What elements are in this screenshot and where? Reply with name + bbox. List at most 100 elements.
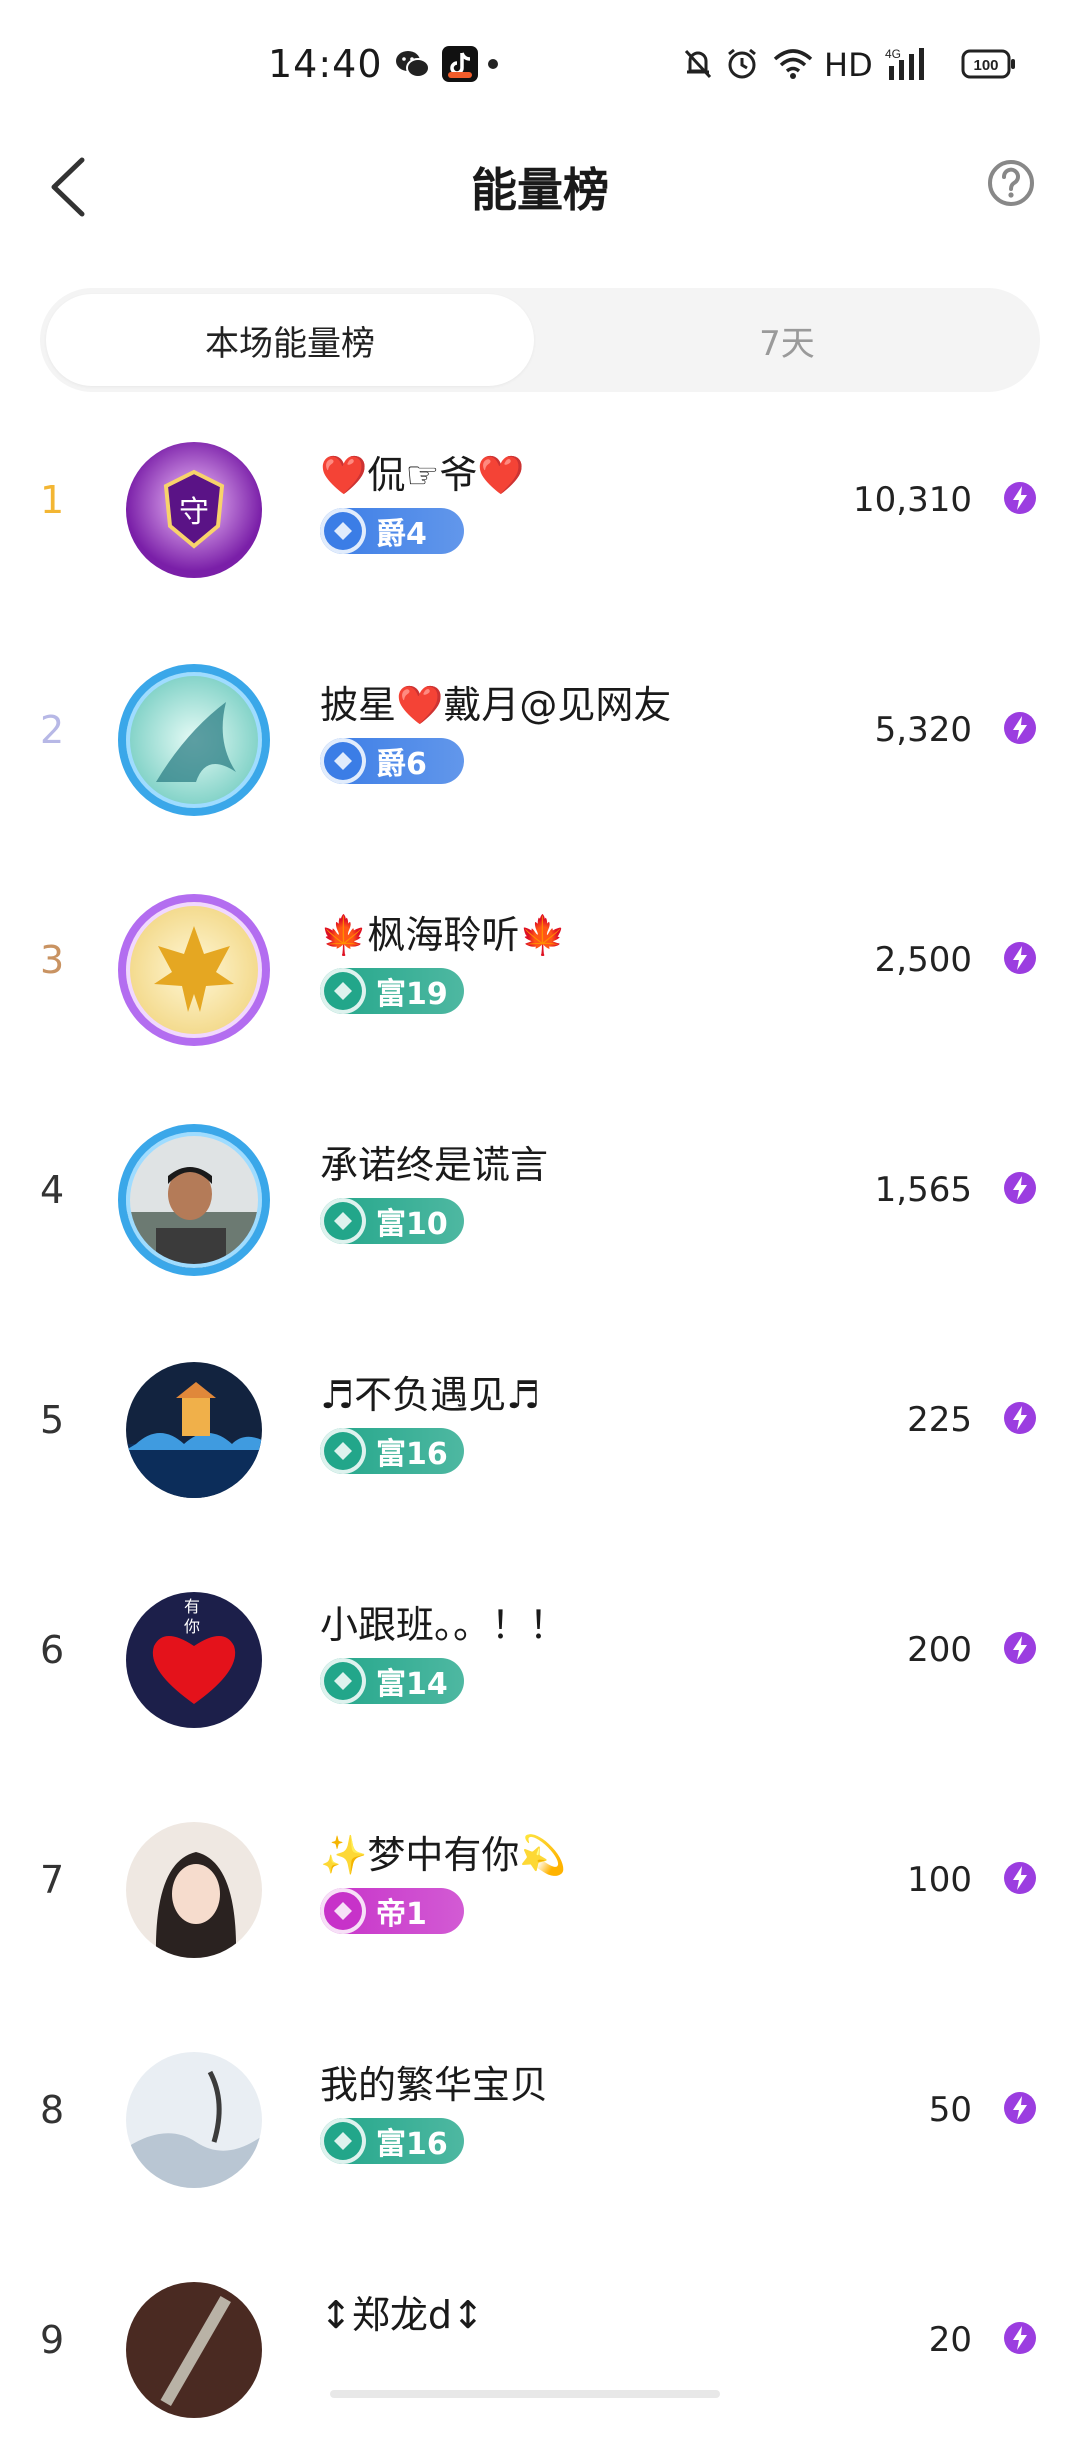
rank-number: 5 (40, 1398, 65, 1442)
ranking-tabs: 本场能量榜 7天 (40, 288, 1040, 392)
ranking-row[interactable]: 5 ♬不负遇见♬ 富16 225 (0, 1310, 1080, 1540)
badge-label: 富16 (376, 2127, 448, 2162)
energy-lightning-icon (1002, 1170, 1038, 1206)
user-avatar[interactable] (118, 664, 270, 816)
purple-wing-frame (118, 894, 270, 1046)
badge-gem-icon (320, 1658, 366, 1704)
network-label: HD (824, 46, 873, 84)
blue-star-frame (118, 664, 270, 816)
guard-shield-avatar: 守 (126, 442, 262, 578)
svg-text:有: 有 (184, 1597, 200, 1616)
user-avatar[interactable] (118, 1124, 270, 1276)
signal-icon: 4G (884, 44, 934, 84)
level-badge: 爵6 (320, 738, 464, 784)
badge-label: 爵4 (376, 517, 427, 552)
svg-text:守: 守 (179, 495, 209, 530)
ranking-row[interactable]: 4 承诺终是谎言富10 1,565 (0, 1080, 1080, 1310)
dagger-avatar (126, 2282, 262, 2418)
ranking-row[interactable]: 8 我的繁华宝贝 富16 50 (0, 2000, 1080, 2230)
blue-star-frame (118, 1124, 270, 1276)
rank-number: 7 (40, 1858, 65, 1902)
status-bar: 14:40 HD 4G 100 (0, 0, 1080, 130)
energy-score: 5,320 (874, 710, 972, 750)
svg-text:你: 你 (184, 1617, 200, 1636)
status-time: 14:40 (268, 42, 383, 86)
scroll-indicator[interactable] (330, 2390, 720, 2398)
ranking-row[interactable]: 3 🍁枫海聆听🍁 富19 2,500 (0, 850, 1080, 1080)
ranking-row[interactable]: 6 有你 小跟班。。！！ 富14 200 (0, 1540, 1080, 1770)
tiktok-icon (440, 44, 480, 84)
top-bar: 能量榜 (0, 130, 1080, 240)
rank-number: 3 (40, 938, 65, 982)
badge-gem-icon (320, 1198, 366, 1244)
user-avatar[interactable]: 守 (118, 434, 270, 586)
energy-lightning-icon (1002, 1630, 1038, 1666)
level-badge: 帝1 (320, 1888, 464, 1934)
svg-text:100: 100 (973, 57, 998, 74)
user-avatar[interactable] (118, 894, 270, 1046)
energy-score: 1,565 (874, 1170, 972, 1210)
user-avatar[interactable]: 有你 (118, 1584, 270, 1736)
user-name: 我的繁华宝贝 (320, 2063, 549, 2107)
ranking-row[interactable]: 1 守 ❤️侃☞爷❤️ 爵4 10,310 (0, 390, 1080, 620)
badge-label: 爵6 (376, 747, 427, 782)
user-name: ♬不负遇见♬ (320, 1373, 541, 1417)
rank-number: 4 (40, 1168, 65, 1212)
level-badge: 富14 (320, 1658, 464, 1704)
badge-label: 富16 (376, 1437, 448, 1472)
user-avatar[interactable] (118, 2274, 270, 2426)
badge-gem-icon (320, 738, 366, 784)
level-badge: 富16 (320, 2118, 464, 2164)
ranking-row[interactable]: 2 披星❤️戴月@见网友 爵6 5,320 (0, 620, 1080, 850)
svg-text:4G: 4G (885, 47, 901, 61)
user-avatar[interactable] (118, 1354, 270, 1506)
level-badge: 爵4 (320, 508, 464, 554)
dot-icon (486, 44, 500, 84)
energy-lightning-icon (1002, 2320, 1038, 2356)
heart-avatar: 有你 (126, 1592, 262, 1728)
rank-number: 6 (40, 1628, 65, 1672)
energy-score: 225 (907, 1400, 972, 1440)
night-bridge-avatar (126, 1362, 262, 1498)
energy-score: 100 (907, 1860, 972, 1900)
energy-lightning-icon (1002, 480, 1038, 516)
user-name: ↕郑龙d↕ (320, 2293, 484, 2337)
energy-lightning-icon (1002, 940, 1038, 976)
energy-score: 2,500 (874, 940, 972, 980)
wifi-icon (772, 44, 814, 84)
badge-gem-icon (320, 968, 366, 1014)
ranking-row[interactable]: 7 ✨梦中有你💫 帝1 100 (0, 1770, 1080, 2000)
user-name: 承诺终是谎言 (320, 1143, 549, 1187)
user-name: 🍁枫海聆听🍁 (320, 913, 567, 957)
wechat-icon (392, 44, 432, 84)
question-circle-icon (988, 160, 1034, 206)
ink-art-avatar (126, 2052, 262, 2188)
tab-7-days[interactable]: 7天 (540, 294, 1034, 386)
badge-label: 富10 (376, 1207, 448, 1242)
rank-number: 1 (40, 478, 65, 522)
help-button[interactable] (986, 158, 1036, 208)
tab-current-session[interactable]: 本场能量榜 (46, 294, 534, 386)
energy-lightning-icon (1002, 2090, 1038, 2126)
battery-icon: 100 (960, 44, 1018, 84)
badge-gem-icon (320, 2118, 366, 2164)
level-badge: 富10 (320, 1198, 464, 1244)
badge-label: 帝1 (376, 1897, 427, 1932)
badge-gem-icon (320, 1888, 366, 1934)
energy-score: 10,310 (853, 480, 972, 520)
rank-number: 2 (40, 708, 65, 752)
user-avatar[interactable] (118, 1814, 270, 1966)
energy-score: 200 (907, 1630, 972, 1670)
mute-bell-icon (680, 44, 716, 84)
user-avatar[interactable] (118, 2044, 270, 2196)
user-name: ❤️侃☞爷❤️ (320, 453, 525, 497)
energy-lightning-icon (1002, 1400, 1038, 1436)
page-title: 能量榜 (471, 163, 609, 217)
ranking-row[interactable]: 9 ↕郑龙d↕ 20 (0, 2230, 1080, 2460)
level-badge: 富19 (320, 968, 464, 1014)
rank-number: 9 (40, 2318, 65, 2362)
energy-lightning-icon (1002, 1860, 1038, 1896)
badge-label: 富19 (376, 977, 448, 1012)
rank-number: 8 (40, 2088, 65, 2132)
energy-lightning-icon (1002, 710, 1038, 746)
